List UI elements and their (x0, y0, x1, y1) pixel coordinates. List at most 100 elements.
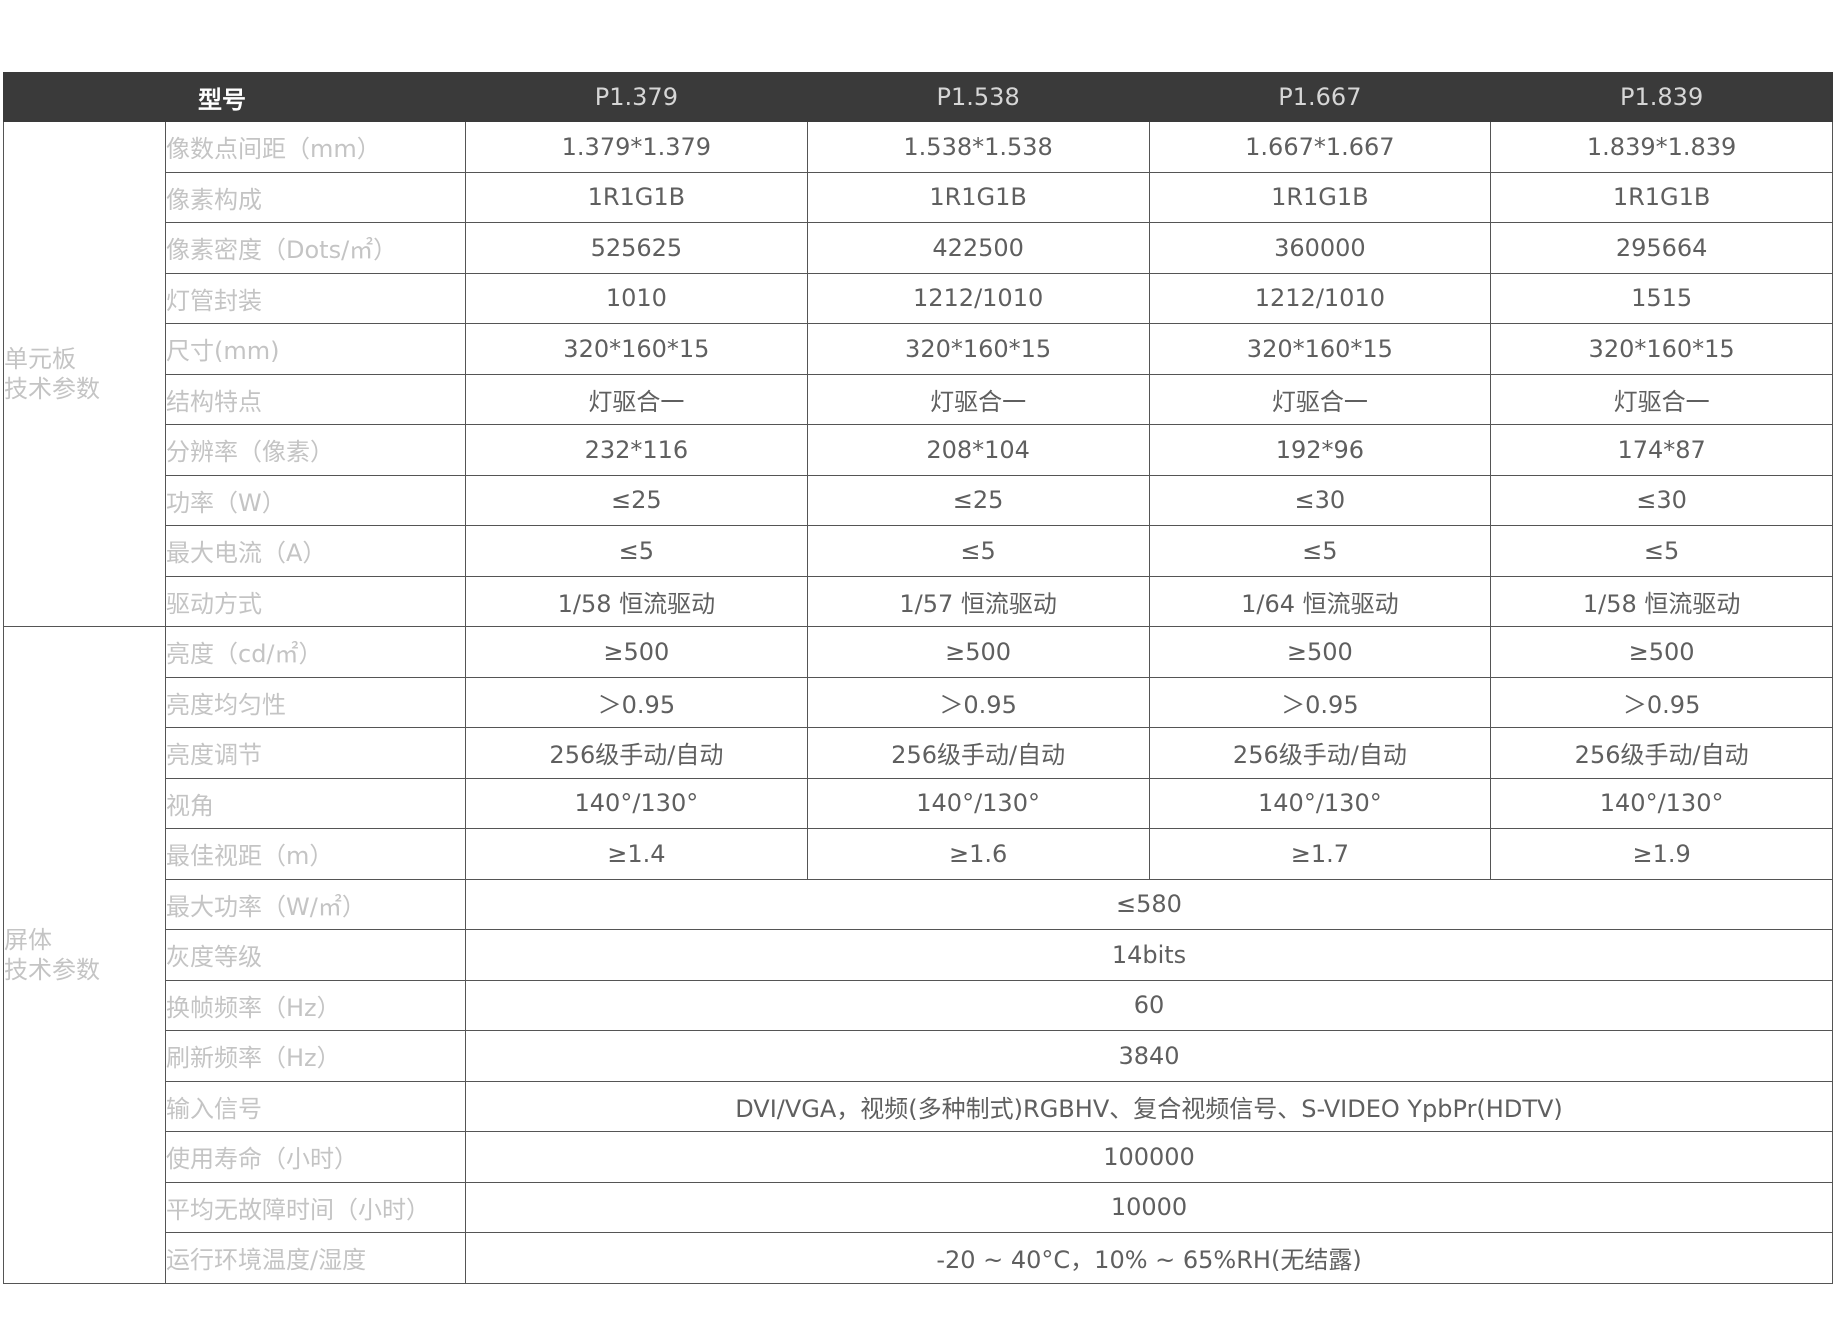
table-row: 亮度调节 256级手动/自动 256级手动/自动 256级手动/自动 256级手动/自动 (4, 727, 1833, 779)
param-value: ＞0.95 (465, 676, 808, 728)
param-value: ≥1.6 (806, 828, 1150, 880)
param-name: 像素构成 (165, 171, 466, 223)
param-value: 1R1G1B (806, 171, 1150, 223)
table-header: 型号 P1.379 P1.538 P1.667 P1.839 (3, 72, 1833, 122)
table-row: 刷新频率（Hz） 3840 (4, 1030, 1833, 1082)
param-value: 256级手动/自动 (806, 727, 1150, 779)
table-row: 最大功率（W/㎡） ≤580 (4, 878, 1833, 930)
param-name: 使用寿命（小时） (165, 1131, 466, 1183)
param-value: 1.839*1.839 (1490, 121, 1833, 173)
param-value: DVI/VGA，视频(多种制式)RGBHV、复合视频信号、S-VIDEO Ypb… (465, 1080, 1833, 1132)
param-value: 140°/130° (465, 777, 808, 829)
table-row: 平均无故障时间（小时） 10000 (4, 1181, 1833, 1233)
param-value: 140°/130° (806, 777, 1150, 829)
model-header-2: P1.667 (1148, 72, 1492, 122)
param-value: ≥500 (1490, 626, 1833, 678)
param-name: 运行环境温度/湿度 (165, 1232, 466, 1284)
param-value: 295664 (1490, 222, 1833, 274)
group-label-line: 单元板 (4, 345, 77, 373)
param-name: 结构特点 (165, 373, 466, 425)
table-row: 像素构成 1R1G1B 1R1G1B 1R1G1B 1R1G1B (4, 171, 1833, 223)
param-name: 尺寸(mm) (165, 323, 466, 375)
table-body: 单元板 技术参数 像数点间距（mm） 1.379*1.379 1.538*1.538 1.… (3, 121, 1833, 1284)
param-value: 232*116 (465, 424, 808, 476)
param-value: ≥1.7 (1148, 828, 1492, 880)
param-value: 1515 (1490, 272, 1833, 324)
param-name: 视角 (165, 777, 466, 829)
group-label: 屏体 技术参数 (3, 626, 166, 1284)
table-row: 分辨率（像素） 232*116 208*104 192*96 174*87 (4, 424, 1833, 476)
model-header-1: P1.538 (806, 72, 1150, 122)
table-row: 屏体 技术参数 亮度（cd/㎡） ≥500 ≥500 ≥500 ≥500 (3, 626, 1833, 1284)
group-label-line: 技术参数 (4, 955, 101, 984)
table-row: 最佳视距（m） ≥1.4 ≥1.6 ≥1.7 ≥1.9 (4, 828, 1833, 880)
param-value: 320*160*15 (806, 323, 1150, 375)
param-value: ≥500 (465, 626, 808, 678)
table-row: 运行环境温度/湿度 -20 ~ 40°C，10% ~ 65%RH(无结露) (4, 1232, 1833, 1284)
param-value: ≤580 (465, 878, 1833, 930)
table-row: 视角 140°/130° 140°/130° 140°/130° 140°/130° (4, 777, 1833, 829)
param-value: ≤25 (465, 474, 808, 526)
table-row: 结构特点 灯驱合一 灯驱合一 灯驱合一 灯驱合一 (4, 373, 1833, 425)
param-value: ≥1.4 (465, 828, 808, 880)
param-value: ≤5 (1490, 525, 1833, 577)
param-value: 1010 (465, 272, 808, 324)
param-value: 100000 (465, 1131, 1833, 1183)
param-value: 256级手动/自动 (1490, 727, 1833, 779)
param-value: ＞0.95 (806, 676, 1150, 728)
param-value: ≥1.9 (1490, 828, 1833, 880)
param-name: 亮度调节 (165, 727, 466, 779)
param-value: 1.379*1.379 (465, 121, 808, 173)
table-row: 像素密度（Dots/㎡） 525625 422500 360000 295664 (4, 222, 1833, 274)
group-label-line: 屏体 (4, 925, 53, 954)
param-name: 最佳视距（m） (165, 828, 466, 880)
param-value: 192*96 (1148, 424, 1492, 476)
table-row: 使用寿命（小时） 100000 (4, 1131, 1833, 1183)
param-value: -20 ~ 40°C，10% ~ 65%RH(无结露) (465, 1232, 1833, 1284)
model-header-3: P1.839 (1490, 72, 1833, 122)
param-name: 灯管封装 (165, 272, 466, 324)
param-value: 1.667*1.667 (1148, 121, 1492, 173)
param-name: 输入信号 (165, 1080, 466, 1132)
param-value: 320*160*15 (1148, 323, 1492, 375)
param-value: 1R1G1B (465, 171, 808, 223)
param-value: 360000 (1148, 222, 1492, 274)
param-value: ≤5 (465, 525, 808, 577)
param-value: 灯驱合一 (1148, 373, 1492, 425)
header-row: 型号 P1.379 P1.538 P1.667 P1.839 (3, 72, 1833, 122)
param-name: 像数点间距（mm） (165, 121, 466, 173)
param-name: 分辨率（像素） (165, 424, 466, 476)
param-value: 422500 (806, 222, 1150, 274)
param-value: 60 (465, 979, 1833, 1031)
param-value: 1R1G1B (1490, 171, 1833, 223)
table-row: 尺寸(mm) 320*160*15 320*160*15 320*160*15 320*… (4, 323, 1833, 375)
param-name: 亮度均匀性 (165, 676, 466, 728)
param-value: ≥500 (1148, 626, 1492, 678)
table-row: 单元板 技术参数 像数点间距（mm） 1.379*1.379 1.538*1.538 1.… (3, 121, 1833, 627)
param-value: 3840 (465, 1030, 1833, 1082)
param-value: 208*104 (806, 424, 1150, 476)
param-value: 1/57 恒流驱动 (806, 575, 1150, 627)
param-value: 10000 (465, 1181, 1833, 1233)
param-value: ≤25 (806, 474, 1150, 526)
param-name: 刷新频率（Hz） (165, 1030, 466, 1082)
param-name: 像素密度（Dots/㎡） (165, 222, 466, 274)
table-row: 驱动方式 1/58 恒流驱动 1/57 恒流驱动 1/64 恒流驱动 1/58 恒流驱动 (4, 575, 1833, 627)
param-value: ≤5 (806, 525, 1150, 577)
param-value: 320*160*15 (1490, 323, 1833, 375)
param-name: 驱动方式 (165, 575, 466, 627)
param-name: 最大功率（W/㎡） (165, 878, 466, 930)
param-value: 灯驱合一 (1490, 373, 1833, 425)
param-name: 亮度（cd/㎡） (165, 626, 466, 678)
param-value: 140°/130° (1490, 777, 1833, 829)
table-row: 灰度等级 14bits (4, 929, 1833, 981)
param-value: 1/64 恒流驱动 (1148, 575, 1492, 627)
param-value: 14bits (465, 929, 1833, 981)
model-header-0: P1.379 (465, 72, 808, 122)
table-row: 功率（W） ≤25 ≤25 ≤30 ≤30 (4, 474, 1833, 526)
param-value: 灯驱合一 (465, 373, 808, 425)
table-row: 灯管封装 1010 1212/1010 1212/1010 1515 (4, 272, 1833, 324)
param-value: 256级手动/自动 (1148, 727, 1492, 779)
param-value: ≥500 (806, 626, 1150, 678)
param-name: 灰度等级 (165, 929, 466, 981)
